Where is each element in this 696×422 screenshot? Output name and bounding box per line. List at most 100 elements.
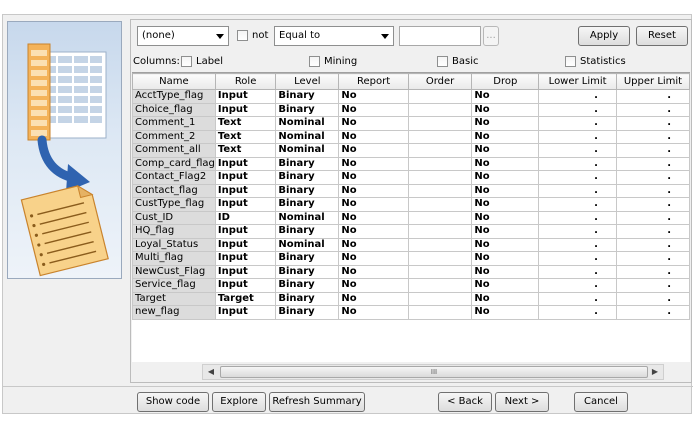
cell-order[interactable] [407,170,473,185]
cell-order[interactable] [407,210,473,225]
refresh-summary-button[interactable]: Refresh Summary [269,392,365,412]
horizontal-scrollbar[interactable]: ◀ III ▶ [202,364,664,380]
cell-order[interactable] [407,197,473,212]
cell-role[interactable]: Input [214,264,277,279]
not-checkbox[interactable] [237,30,248,41]
cell-upper-limit[interactable]: . [615,170,690,185]
cell-drop[interactable]: No [471,210,540,225]
cell-report[interactable]: No [338,197,409,212]
cell-name[interactable]: Cust_ID [132,210,216,225]
cell-lower-limit[interactable]: . [538,251,617,266]
cell-level[interactable]: Nominal [275,237,340,252]
cell-order[interactable] [407,291,473,306]
cell-upper-limit[interactable]: . [615,305,690,320]
column-header-lower-limit[interactable]: Lower Limit [538,73,617,90]
cell-level[interactable]: Binary [275,278,340,293]
browse-button[interactable]: ... [483,26,499,46]
mining-column-checkbox[interactable] [309,56,320,67]
cell-report[interactable]: No [338,278,409,293]
column-header-upper-limit[interactable]: Upper Limit [615,73,690,90]
cell-drop[interactable]: No [471,237,540,252]
label-column-checkbox[interactable] [181,56,192,67]
table-row[interactable]: Comment_2 Text Nominal No No.. [132,129,690,144]
cell-upper-limit[interactable]: . [615,278,690,293]
cell-name[interactable]: Target [132,291,216,306]
cell-upper-limit[interactable]: . [615,116,690,131]
cell-lower-limit[interactable]: . [538,156,617,171]
column-header-level[interactable]: Level [275,73,340,90]
cell-role[interactable]: Text [214,129,277,144]
column-header-role[interactable]: Role [214,73,277,90]
cell-role[interactable]: Text [214,116,277,131]
cell-lower-limit[interactable]: . [538,143,617,158]
cell-report[interactable]: No [338,291,409,306]
cell-order[interactable] [407,305,473,320]
cell-name[interactable]: Comment_1 [132,116,216,131]
explore-button[interactable]: Explore [212,392,266,412]
basic-column-checkbox[interactable] [437,56,448,67]
apply-button[interactable]: Apply [578,26,630,46]
operator-select[interactable]: Equal to [274,26,394,46]
table-row[interactable]: new_flag Input Binary No No.. [132,305,690,320]
cell-level[interactable]: Binary [275,251,340,266]
table-row[interactable]: Comment_all Text Nominal No No.. [132,143,690,158]
table-row[interactable]: Contact_Flag2 Input Binary No No.. [132,170,690,185]
scrollbar-thumb[interactable]: III [220,366,648,378]
cell-drop[interactable]: No [471,305,540,320]
cell-order[interactable] [407,129,473,144]
cell-report[interactable]: No [338,89,409,104]
next-button[interactable]: Next > [495,392,549,412]
cell-level[interactable]: Binary [275,291,340,306]
table-row[interactable]: Service_flag Input Binary No No.. [132,278,690,293]
cell-drop[interactable]: No [471,197,540,212]
column-header-order[interactable]: Order [407,73,473,90]
cell-report[interactable]: No [338,170,409,185]
cell-role[interactable]: Input [214,183,277,198]
cell-drop[interactable]: No [471,264,540,279]
table-row[interactable]: CustType_flag Input Binary No No.. [132,197,690,212]
cell-drop[interactable]: No [471,278,540,293]
cell-level[interactable]: Binary [275,156,340,171]
cell-drop[interactable]: No [471,129,540,144]
cell-lower-limit[interactable]: . [538,116,617,131]
cell-role[interactable]: Input [214,102,277,117]
cell-lower-limit[interactable]: . [538,305,617,320]
cell-lower-limit[interactable]: . [538,170,617,185]
table-row[interactable]: Target Target Binary No No.. [132,291,690,306]
cell-order[interactable] [407,116,473,131]
cell-upper-limit[interactable]: . [615,143,690,158]
cell-name[interactable]: Comment_all [132,143,216,158]
cell-report[interactable]: No [338,210,409,225]
table-row[interactable]: Loyal_Status Input Nominal No No.. [132,237,690,252]
cell-name[interactable]: Choice_flag [132,102,216,117]
cell-level[interactable]: Binary [275,183,340,198]
filter-value-input[interactable] [399,26,481,46]
cell-upper-limit[interactable]: . [615,129,690,144]
cell-drop[interactable]: No [471,102,540,117]
cell-drop[interactable]: No [471,224,540,239]
cell-level[interactable]: Binary [275,305,340,320]
cell-role[interactable]: Input [214,305,277,320]
cell-name[interactable]: AcctType_flag [132,89,216,104]
cell-order[interactable] [407,224,473,239]
cell-role[interactable]: Input [214,237,277,252]
cell-role[interactable]: Input [214,89,277,104]
cell-role[interactable]: Input [214,251,277,266]
cell-lower-limit[interactable]: . [538,102,617,117]
column-header-drop[interactable]: Drop [471,73,540,90]
cell-name[interactable]: Loyal_Status [132,237,216,252]
cell-drop[interactable]: No [471,170,540,185]
table-row[interactable]: Comment_1 Text Nominal No No.. [132,116,690,131]
table-row[interactable]: Cust_ID ID Nominal No No.. [132,210,690,225]
cell-lower-limit[interactable]: . [538,129,617,144]
show-code-button[interactable]: Show code [137,392,209,412]
cell-role[interactable]: ID [214,210,277,225]
cell-level[interactable]: Nominal [275,210,340,225]
cell-lower-limit[interactable]: . [538,89,617,104]
back-button[interactable]: < Back [438,392,492,412]
cell-name[interactable]: Comment_2 [132,129,216,144]
cell-name[interactable]: Contact_Flag2 [132,170,216,185]
table-row[interactable]: Comp_card_flag Input Binary No No.. [132,156,690,171]
table-row[interactable]: AcctType_flag Input Binary No No.. [132,89,690,104]
cell-name[interactable]: Service_flag [132,278,216,293]
